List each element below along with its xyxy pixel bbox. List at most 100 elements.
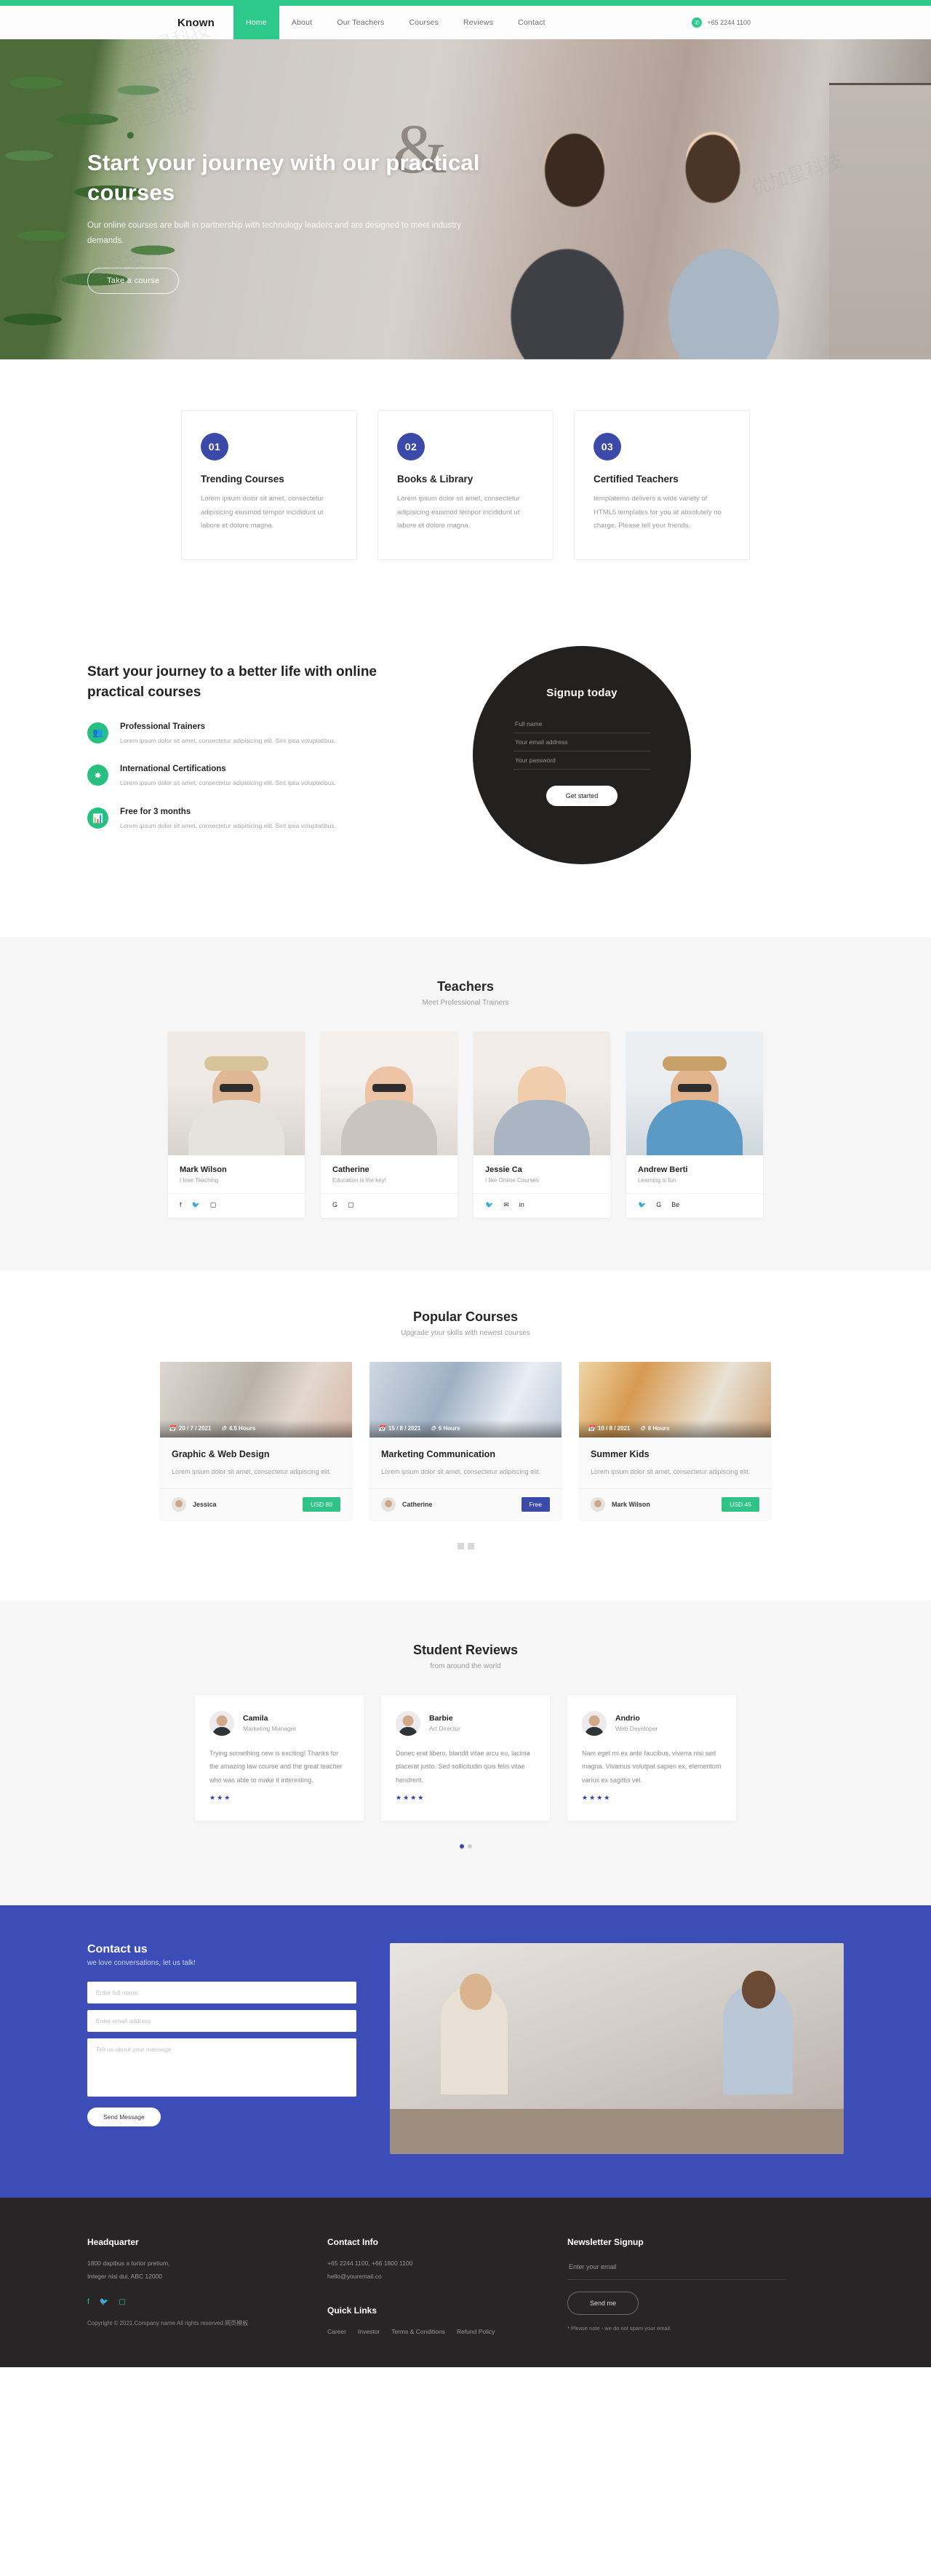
course-card[interactable]: 📅 10 / 8 / 2021 ⏱ 8 Hours Summer Kids Lore… bbox=[579, 1361, 771, 1520]
instagram-icon[interactable]: ▢ bbox=[210, 1201, 217, 1209]
footer-phones: +65 2244 1100, +66 1800 1100 bbox=[327, 2259, 413, 2267]
pagination-dot-1[interactable] bbox=[459, 1843, 464, 1849]
calendar-icon: 📅 bbox=[588, 1425, 595, 1432]
facebook-icon[interactable]: f bbox=[180, 1201, 182, 1209]
journey-item-title: International Certifications bbox=[120, 765, 226, 774]
footer-copyright: Copyright © 2021.Company name All rights… bbox=[87, 2319, 249, 2326]
teacher-card[interactable]: Jessie Ca I like Online Courses 🐦 ✉ in bbox=[474, 1031, 610, 1218]
footer-link-investor[interactable]: Investor bbox=[358, 2326, 380, 2339]
newsletter-note: * Please note - we do not spam your emai… bbox=[567, 2324, 671, 2332]
rating-stars: ★★★★ bbox=[582, 1793, 612, 1801]
journey-item: 📊 Free for 3 months Lorem ipsum dolor si… bbox=[87, 808, 429, 832]
contact-message-textarea[interactable] bbox=[87, 2038, 356, 2097]
signup-email-input[interactable] bbox=[514, 733, 650, 751]
footer-email-link[interactable]: hello@youremail.co bbox=[327, 2270, 567, 2284]
google-icon[interactable]: G bbox=[656, 1201, 661, 1209]
nav-item-our-teachers[interactable]: Our Teachers bbox=[324, 6, 396, 39]
feature-text: Lorem ipsum dolor sit amet, consectetur … bbox=[201, 495, 324, 530]
review-card: Camila Marketing Manager Trying somethin… bbox=[195, 1694, 364, 1821]
teachers-heading: Teachers bbox=[437, 978, 494, 994]
send-message-button[interactable]: Send Message bbox=[87, 2107, 161, 2126]
course-price-badge[interactable]: Free bbox=[521, 1496, 550, 1512]
top-accent-stripe bbox=[0, 0, 931, 6]
teacher-role: I like Online Courses bbox=[485, 1176, 539, 1184]
main-navbar: Known Home About Our Teachers Courses Re… bbox=[0, 0, 931, 39]
course-thumbnail: 📅 10 / 8 / 2021 ⏱ 8 Hours bbox=[579, 1361, 771, 1437]
feature-card: 02 Books & Library Lorem ipsum dolor sit… bbox=[377, 410, 554, 560]
signup-password-input[interactable] bbox=[514, 751, 650, 770]
feature-title: Certified Teachers bbox=[594, 474, 679, 485]
twitter-icon[interactable]: 🐦 bbox=[192, 1201, 200, 1209]
get-started-button[interactable]: Get started bbox=[546, 785, 618, 806]
teacher-socials: 🐦 G Be bbox=[626, 1192, 763, 1218]
contact-email-input[interactable] bbox=[87, 2009, 356, 2032]
pagination-dot-2[interactable] bbox=[467, 1542, 474, 1550]
feature-number-badge: 01 bbox=[201, 433, 228, 460]
course-duration: 8 Hours bbox=[647, 1425, 670, 1432]
course-title: Summer Kids bbox=[591, 1448, 650, 1459]
footer-link-refund[interactable]: Refund Policy bbox=[457, 2326, 495, 2339]
signup-fullname-input[interactable] bbox=[514, 714, 650, 733]
journey-item-title: Professional Trainers bbox=[120, 722, 205, 731]
pagination-dot-2[interactable] bbox=[467, 1843, 472, 1849]
behance-icon[interactable]: Be bbox=[671, 1201, 679, 1209]
contact-fullname-input[interactable] bbox=[87, 1981, 356, 2003]
hero-subtitle: Our online courses are built in partners… bbox=[87, 220, 461, 246]
avatar bbox=[381, 1496, 396, 1512]
course-card[interactable]: 📅 15 / 8 / 2021 ⏱ 6 Hours Marketing Commun… bbox=[369, 1361, 562, 1520]
feature-title: Books & Library bbox=[397, 474, 474, 485]
take-a-course-button[interactable]: Take a course bbox=[87, 268, 180, 295]
teacher-name: Mark Wilson bbox=[180, 1165, 227, 1174]
instagram-icon[interactable]: ▢ bbox=[348, 1201, 354, 1209]
teacher-name: Andrew Berti bbox=[638, 1165, 688, 1174]
twitter-icon[interactable]: 🐦 bbox=[100, 2298, 108, 2306]
course-thumbnail: 📅 20 / 7 / 2021 ⏱ 4.5 Hours bbox=[160, 1361, 352, 1437]
journey-item-text: Lorem ipsum dolor sit amet, consectetur … bbox=[120, 736, 337, 744]
twitter-icon[interactable]: 🐦 bbox=[485, 1201, 493, 1209]
teacher-card[interactable]: Mark Wilson I love Teaching f 🐦 ▢ bbox=[168, 1031, 305, 1218]
journey-item-text: Lorem ipsum dolor sit amet, consectetur … bbox=[120, 822, 337, 830]
nav-item-reviews[interactable]: Reviews bbox=[451, 6, 506, 39]
teacher-card[interactable]: Andrew Berti Learning is fun 🐦 G Be bbox=[626, 1031, 763, 1218]
review-text: Donec erat libero, blandit vitae arcu eu… bbox=[396, 1749, 530, 1784]
nav-item-home[interactable]: Home bbox=[233, 0, 279, 39]
teacher-photo bbox=[474, 1031, 610, 1155]
calendar-icon: 📅 bbox=[378, 1425, 385, 1432]
courses-heading: Popular Courses bbox=[412, 1309, 519, 1324]
reviews-pagination bbox=[87, 1843, 844, 1849]
reviewer-role: Art Director bbox=[429, 1725, 460, 1733]
page-root: Known Home About Our Teachers Courses Re… bbox=[0, 0, 931, 2368]
hero-shelf-decoration bbox=[829, 83, 931, 359]
reviews-section: Student Reviews from around the world Ca… bbox=[0, 63, 931, 1905]
courses-pagination bbox=[87, 1542, 844, 1550]
brand-logo[interactable]: Known bbox=[177, 6, 233, 39]
calendar-icon: 📅 bbox=[169, 1425, 176, 1432]
teacher-card[interactable]: Catherine Education is the key! G ▢ bbox=[321, 1031, 457, 1218]
course-price-badge[interactable]: USD 45 bbox=[722, 1496, 759, 1512]
teacher-photo bbox=[321, 1031, 457, 1155]
course-price-badge[interactable]: USD 80 bbox=[303, 1496, 340, 1512]
clock-icon: ⏱ bbox=[221, 1424, 226, 1432]
pagination-dot-1[interactable] bbox=[457, 1542, 464, 1550]
whatsapp-icon[interactable]: ✆ bbox=[692, 17, 703, 28]
send-me-button[interactable]: Send me bbox=[567, 2291, 639, 2315]
feature-card: 01 Trending Courses Lorem ipsum dolor si… bbox=[181, 410, 357, 560]
footer-link-career[interactable]: Career bbox=[327, 2326, 346, 2339]
review-card: Andrio Web Developer Nam eget mi ex ante… bbox=[567, 1694, 736, 1821]
email-icon[interactable]: ✉ bbox=[503, 1201, 509, 1209]
footer-link-terms[interactable]: Terms & Conditions bbox=[391, 2326, 445, 2339]
linkedin-icon[interactable]: in bbox=[519, 1201, 524, 1209]
facebook-icon[interactable]: f bbox=[87, 2298, 89, 2306]
nav-item-about[interactable]: About bbox=[279, 6, 324, 39]
google-icon[interactable]: G bbox=[332, 1201, 337, 1209]
reviews-subheading: from around the world bbox=[430, 1662, 501, 1670]
course-duration: 6 Hours bbox=[438, 1425, 460, 1432]
footer-socials: f 🐦 ▢ bbox=[87, 2298, 327, 2306]
twitter-icon[interactable]: 🐦 bbox=[638, 1201, 646, 1209]
nav-item-contact[interactable]: Contact bbox=[506, 6, 558, 39]
newsletter-email-input[interactable] bbox=[567, 2257, 786, 2280]
teacher-name: Jessie Ca bbox=[485, 1165, 522, 1174]
instagram-icon[interactable]: ▢ bbox=[119, 2298, 125, 2306]
nav-item-courses[interactable]: Courses bbox=[397, 6, 452, 39]
course-card[interactable]: 📅 20 / 7 / 2021 ⏱ 4.5 Hours Graphic & Web … bbox=[160, 1361, 352, 1520]
